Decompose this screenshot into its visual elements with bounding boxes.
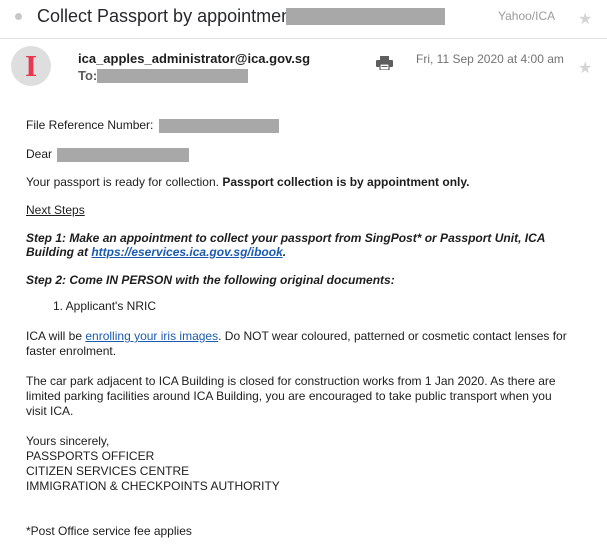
greeting: Dear [26,147,53,161]
to-label: To: [78,68,98,83]
email-date: Fri, 11 Sep 2020 at 4:00 am [416,52,564,66]
star-icon[interactable]: ★ [578,58,592,78]
carpark-line3: visit ICA. [26,404,74,418]
step1-suffix: . [282,245,287,259]
iris-line2: faster enrolment. [26,344,117,358]
star-icon[interactable]: ★ [578,9,592,29]
step1-line1: Step 1: Make an appointment to collect y… [26,231,546,245]
subject-redaction [286,8,445,25]
carpark-line1: The car park adjacent to ICA Building is… [26,374,556,388]
unread-dot-icon [15,13,22,20]
avatar-letter: I [24,48,38,83]
greeting-line: Dear [26,147,190,162]
file-reference-line: File Reference Number: [26,118,279,133]
name-redaction [57,147,190,162]
signature-line3: IMMIGRATION & CHECKPOINTS AUTHORITY [26,479,280,493]
step1-prefix: Building at [26,245,88,259]
ibook-link[interactable]: https://eservices.ica.gov.sg/ibook [91,245,282,259]
subject-row: Collect Passport by appointment Yahoo/IC… [0,0,607,34]
recipient-redaction [97,69,248,83]
iris-prefix: ICA will be [26,329,83,343]
avatar[interactable]: I [11,46,51,86]
ready-bold-text: Passport collection is by appointment on… [222,175,470,189]
print-icon[interactable] [376,56,393,70]
list-item: 1. Applicant's NRIC [53,299,157,313]
email-subject: Collect Passport by appointment [37,6,297,26]
iris-suffix: . Do NOT wear coloured, patterned or cos… [218,329,567,343]
footnote: *Post Office service fee applies [26,524,192,538]
signature-line1: PASSPORTS OFFICER [26,449,155,463]
ready-line: Your passport is ready for collection. P… [26,175,470,190]
header-divider [0,38,607,39]
file-reference-redaction [158,118,279,133]
ready-text: Your passport is ready for collection. [26,175,219,189]
sender-email[interactable]: ica_apples_administrator@ica.gov.sg [78,51,310,66]
next-steps-heading: Next Steps [26,203,85,217]
carpark-line2: limited parking facilities around ICA Bu… [26,389,552,403]
iris-line1: ICA will be enrolling your iris images. … [26,329,567,344]
step2-line: Step 2: Come IN PERSON with the followin… [26,273,395,287]
signoff: Yours sincerely, [26,434,110,448]
step1-line2: Building at https://eservices.ica.gov.sg… [26,245,286,260]
folder-label[interactable]: Yahoo/ICA [498,9,555,23]
email-view: Collect Passport by appointment Yahoo/IC… [0,0,607,555]
iris-link[interactable]: enrolling your iris images [85,329,218,343]
file-reference-label: File Reference Number: [26,118,154,132]
signature-line2: CITIZEN SERVICES CENTRE [26,464,190,478]
